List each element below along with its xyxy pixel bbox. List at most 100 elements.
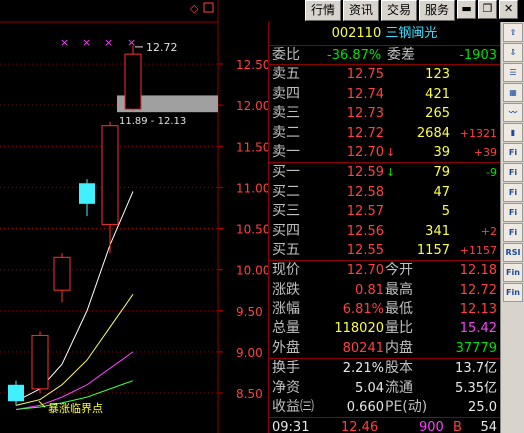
restore-icon[interactable]: ❐ [478,0,498,19]
tick-row[interactable]: 09:31 12.46 900 B 54 [269,418,500,433]
menu-service[interactable]: 服务 [419,0,456,21]
ask-change: +1321 [459,126,497,140]
line-chart-icon[interactable]: 〰 [503,103,523,122]
bid-volume: 1157 [416,242,450,258]
quote-label: 今开 [385,262,413,279]
diamond-icon: ◇ [190,2,199,15]
quote-value: 37779 [455,340,497,356]
stock-name: 三钢闽光 [385,26,438,41]
fin-tool-icon[interactable]: Fi [503,203,523,222]
bid-volume: 341 [425,223,450,239]
fin-tool-icon[interactable]: Fi [503,143,523,162]
fin-tool-icon[interactable]: Fin [503,263,523,282]
fin-tool-icon[interactable]: Fi [503,183,523,202]
y-tick-label: 9.00 [236,346,263,360]
bid-volume: 79 [433,165,450,181]
bid-row[interactable]: 买四 12.56 341 +2 [269,222,500,241]
weibi-value: -36.87% [327,48,382,63]
ask-price: 12.73 [346,106,384,122]
quote-label: 外盘 [272,339,300,356]
menu-quotes[interactable]: 行情 [305,0,342,21]
quote-label: 最高 [385,281,413,298]
bid-list: 买一 12.59 ↓ 79 -9 买二 12.58 47 买三 12.57 5 买四 12.56 341 +… [269,163,500,262]
bid-row[interactable]: 买三 12.57 5 [269,202,500,221]
finance-label: PE(动) [385,399,428,416]
quote-panel: 002110 三钢闽光 委比 -36.87% 委差 -1903 卖五 12.75 1… [268,22,500,433]
finance-value: 5.04 [355,380,384,396]
quote-row: 外盘 80241 内盘 37779 [269,339,500,358]
candle-body [31,334,49,390]
quote-label: 量比 [385,320,413,337]
bid-arrow-icon: ↓ [386,166,396,180]
ask-volume: 265 [425,106,450,122]
ask-label: 卖四 [272,85,300,102]
side-toolbar: ⇧ ⇩ ☰ ▦ 〰 ▮ Fi Fi Fi Fi Fi RSI Fin Fin [500,22,524,433]
bid-change: +1157 [459,243,497,257]
finance-row: 净资 5.04 流通 5.35亿 [269,379,500,398]
candle-body [53,256,71,291]
list-icon[interactable]: ☰ [503,63,523,82]
bid-label: 买二 [272,183,300,200]
finance-value: 2.21% [342,361,384,377]
candle-body [124,53,142,110]
candlestick-chart[interactable]: 12.50 12.00 11.50 11.00 10.50 10.00 9.50 9.00 8.… [0,0,268,433]
weibi-row: 委比 -36.87% 委差 -1903 [269,46,500,66]
y-tick-label: 12.50 [236,58,268,72]
menu-news[interactable]: 资讯 [343,0,380,21]
fin-tool-icon[interactable]: Fi [503,223,523,242]
ask-row[interactable]: 卖二 12.72 2684 +1321 [269,124,500,143]
bid-row[interactable]: 买一 12.59 ↓ 79 -9 [269,163,500,182]
fin-tool-icon[interactable]: Fi [503,163,523,182]
bid-volume: 47 [433,184,450,200]
side-icon-group: Fi Fi Fi Fi Fi RSI Fin Fin [501,143,524,302]
bid-row[interactable]: 买五 12.55 1157 +1157 [269,241,500,260]
ask-row[interactable]: 卖五 12.75 123 [269,65,500,84]
arrow-down-icon[interactable]: ⇩ [503,43,523,62]
finance-label: 净资 [272,379,300,396]
finance-value: 13.7亿 [455,361,497,377]
panel-toggle-icon [203,2,214,13]
minimize-icon[interactable]: ▬ [457,0,477,19]
signal-marker: × [104,36,113,49]
finance-value: 0.660 [346,400,384,416]
tick-direction: B [453,420,462,433]
chart-canvas[interactable]: 12.50 12.00 11.50 11.00 10.50 10.00 9.50 9.00 8.… [0,0,268,433]
arrow-up-icon[interactable]: ⇧ [503,23,523,42]
bid-change: -9 [486,166,497,180]
quote-value: 118020 [334,321,384,337]
bid-row[interactable]: 买二 12.58 47 [269,183,500,202]
fin-tool-icon[interactable]: Fin [503,283,523,302]
y-tick-label: 9.50 [236,305,263,319]
menu-trade[interactable]: 交易 [381,0,418,21]
signal-marker: × [60,36,69,49]
ask-row[interactable]: 卖四 12.74 421 [269,85,500,104]
quote-value: 12.70 [346,263,384,279]
finance-stats: 换手 2.21% 股本 13.7亿 净资 5.04 流通 5.35亿 收益㈢ 0.660 PE(动)… [269,359,500,419]
close-icon[interactable]: ✕ [499,0,519,19]
quote-value: 12.13 [459,302,497,318]
high-label: 12.72 [146,41,178,54]
grid-icon[interactable]: ▦ [503,83,523,102]
signal-marker: × [127,36,136,49]
quote-label: 总量 [272,320,300,337]
quote-label: 最低 [385,301,413,318]
quote-label: 内盘 [385,339,413,356]
fin-tool-icon[interactable]: RSI [503,243,523,262]
quote-stats: 现价 12.70 今开 12.18 涨跌 0.81 最高 12.72 涨幅 6.81% 最低 12.1… [269,261,500,360]
bid-price: 12.58 [346,184,384,200]
ask-label: 卖二 [272,124,300,141]
ask-change: +39 [473,145,497,159]
tick-count: 54 [480,420,497,433]
signal-marker: × [82,36,91,49]
y-tick-label: 11.50 [236,140,268,154]
range-label: 11.89 - 12.13 [119,116,186,127]
ask-row[interactable]: 卖三 12.73 265 [269,104,500,123]
top-menu: 行情 资讯 交易 服务 ▬ ❐ ✕ [305,0,519,22]
bid-volume: 5 [441,204,450,220]
stock-header[interactable]: 002110 三钢闽光 [269,22,500,46]
bid-label: 买五 [272,241,300,258]
y-tick-label: 10.50 [236,223,268,237]
ask-row[interactable]: 卖一 12.70 ↓ 39 +39 [269,143,500,162]
candle-chart-icon[interactable]: ▮ [503,123,523,142]
finance-row: 收益㈢ 0.660 PE(动) 25.0 [269,398,500,417]
